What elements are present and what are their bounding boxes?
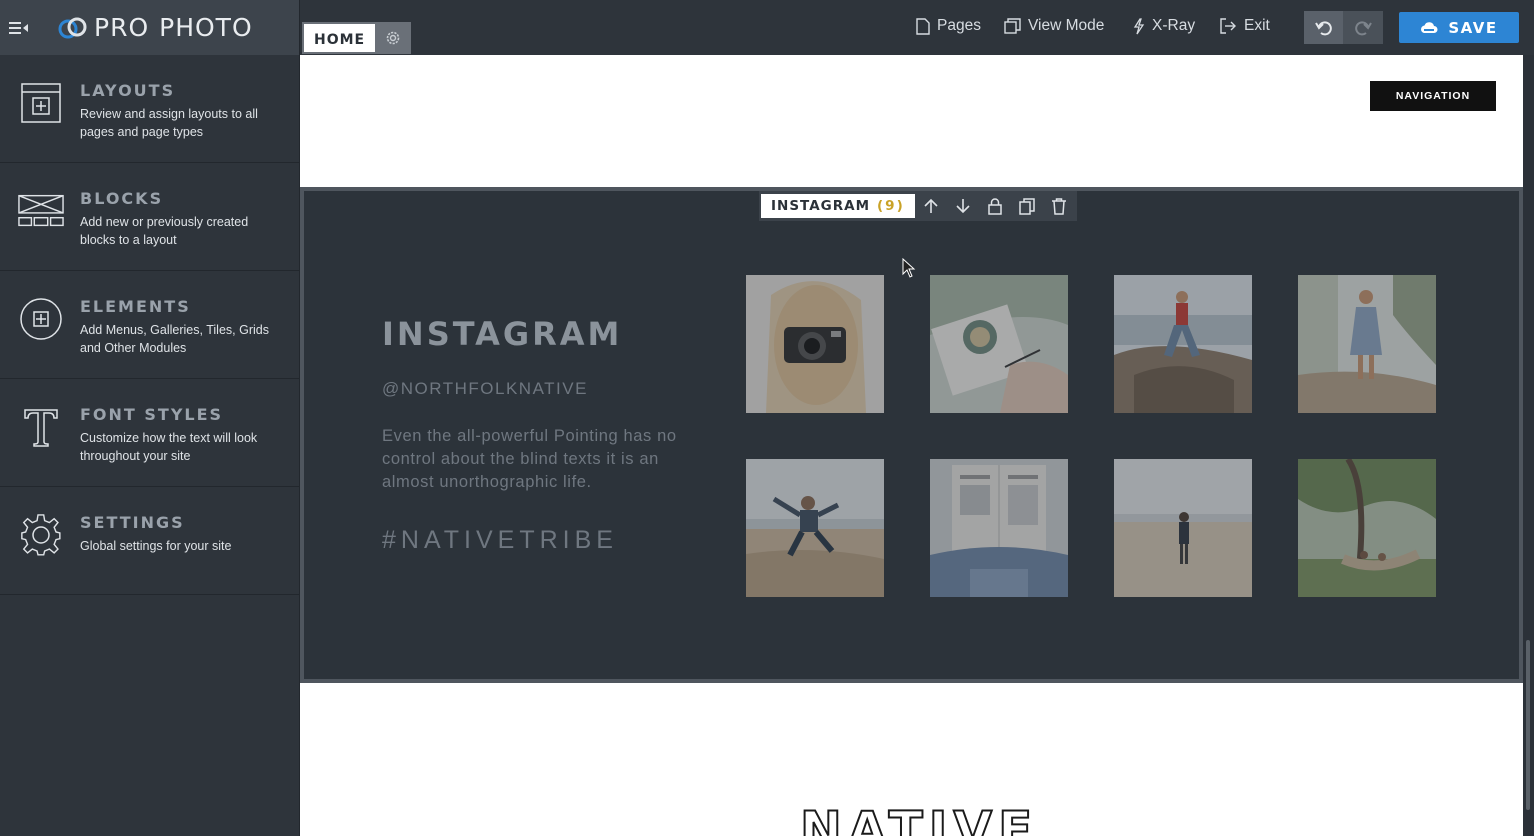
gear-icon [18,512,64,558]
instagram-photo[interactable] [1114,275,1252,413]
lock-icon[interactable] [979,193,1011,219]
top-toolbar: HOME Pages View Mode X-Ray Exit SAVE [300,0,1534,55]
page-canvas: NAVIGATION INSTAGRAM (9) INSTAGRAM @NORT… [300,55,1523,836]
mouse-cursor-icon [902,257,916,283]
sidebar-item-desc: Customize how the text will look through… [80,431,258,463]
history-controls [1304,11,1383,44]
sidebar-item-title: SETTINGS [80,513,185,532]
instagram-photo[interactable] [746,459,884,597]
page-settings-gear-icon[interactable] [375,22,412,54]
blocks-icon [18,188,64,234]
delete-icon[interactable] [1043,193,1075,219]
menu-collapse-icon[interactable] [8,17,30,39]
move-up-icon[interactable] [915,193,947,219]
pages-label: Pages [937,17,981,34]
cloud-icon [1421,22,1438,33]
save-label: SAVE [1448,18,1498,37]
sidebar-item-desc: Add new or previously created blocks to … [80,215,249,247]
save-button[interactable]: SAVE [1399,12,1519,43]
instagram-handle: @NORTHFOLKNATIVE [382,379,588,398]
view-mode-label: View Mode [1028,17,1105,34]
canvas-scrollbar[interactable] [1523,55,1534,836]
windows-icon [1004,18,1021,34]
block-label-text: INSTAGRAM [771,198,871,214]
brand-bar: PRO PHOTO [0,0,299,55]
layout-icon [18,80,64,126]
page-tab-label[interactable]: HOME [302,22,376,54]
footer-block[interactable]: NATIVE [300,683,1523,836]
sidebar-item-title: FONT STYLES [80,405,224,424]
xray-button[interactable]: X-Ray [1133,17,1195,35]
instagram-description: Even the all-powerful Pointing has no co… [382,427,677,491]
instagram-title: INSTAGRAM [382,315,623,353]
sidebar-item-blocks[interactable]: BLOCKS Add new or previously created blo… [0,163,299,271]
sidebar-item-settings[interactable]: SETTINGS Global settings for your site [0,487,299,595]
sidebar-item-desc: Add Menus, Galleries, Tiles, Grids and O… [80,323,269,355]
navigation-block[interactable]: NAVIGATION [300,55,1523,187]
page-icon [916,17,930,35]
sidebar: PRO PHOTO LAYOUTS Review and assign layou… [0,0,300,836]
instagram-photo[interactable] [1298,459,1436,597]
redo-icon[interactable] [1343,11,1382,44]
sidebar-item-title: BLOCKS [80,189,164,208]
native-logo: NATIVE [799,800,1039,836]
sidebar-item-title: ELEMENTS [80,297,191,316]
undo-icon[interactable] [1304,11,1343,44]
sidebar-item-desc: Review and assign layouts to all pages a… [80,107,258,139]
brand-logo: PRO PHOTO [58,13,253,42]
instagram-photo[interactable] [1114,459,1252,597]
instagram-photo[interactable] [930,275,1068,413]
app-window: PRO PHOTO LAYOUTS Review and assign layou… [0,0,1534,836]
instagram-hashtag: #NATIVETRIBE [382,526,618,554]
plus-circle-icon [18,296,64,342]
instagram-photo[interactable] [746,275,884,413]
exit-button[interactable]: Exit [1220,17,1270,35]
pages-button[interactable]: Pages [916,17,981,35]
brand-name-photo: PHOTO [159,13,253,42]
block-label[interactable]: INSTAGRAM (9) [761,194,915,218]
duplicate-icon[interactable] [1011,193,1043,219]
xray-label: X-Ray [1152,17,1196,34]
lightning-icon [1133,17,1145,34]
instagram-photo[interactable] [1298,275,1436,413]
sidebar-item-layouts[interactable]: LAYOUTS Review and assign layouts to all… [0,55,299,163]
brand-name-pro: PRO [94,13,150,42]
move-down-icon[interactable] [947,193,979,219]
block-count: (9) [877,198,905,214]
sidebar-item-title: LAYOUTS [80,81,176,100]
font-icon [18,404,64,450]
scrollbar-thumb[interactable] [1526,640,1530,810]
page-tab-home[interactable]: HOME [302,22,412,54]
exit-icon [1220,18,1236,34]
sidebar-item-elements[interactable]: ELEMENTS Add Menus, Galleries, Tiles, Gr… [0,271,299,379]
block-toolbar: INSTAGRAM (9) [759,191,1077,221]
sidebar-item-desc: Global settings for your site [80,539,232,553]
sidebar-item-font-styles[interactable]: FONT STYLES Customize how the text will … [0,379,299,487]
exit-label: Exit [1244,17,1270,34]
pro-photo-logo-icon [58,17,87,38]
view-mode-button[interactable]: View Mode [1004,17,1104,35]
instagram-photo[interactable] [930,459,1068,597]
navigation-button[interactable]: NAVIGATION [1370,81,1496,111]
